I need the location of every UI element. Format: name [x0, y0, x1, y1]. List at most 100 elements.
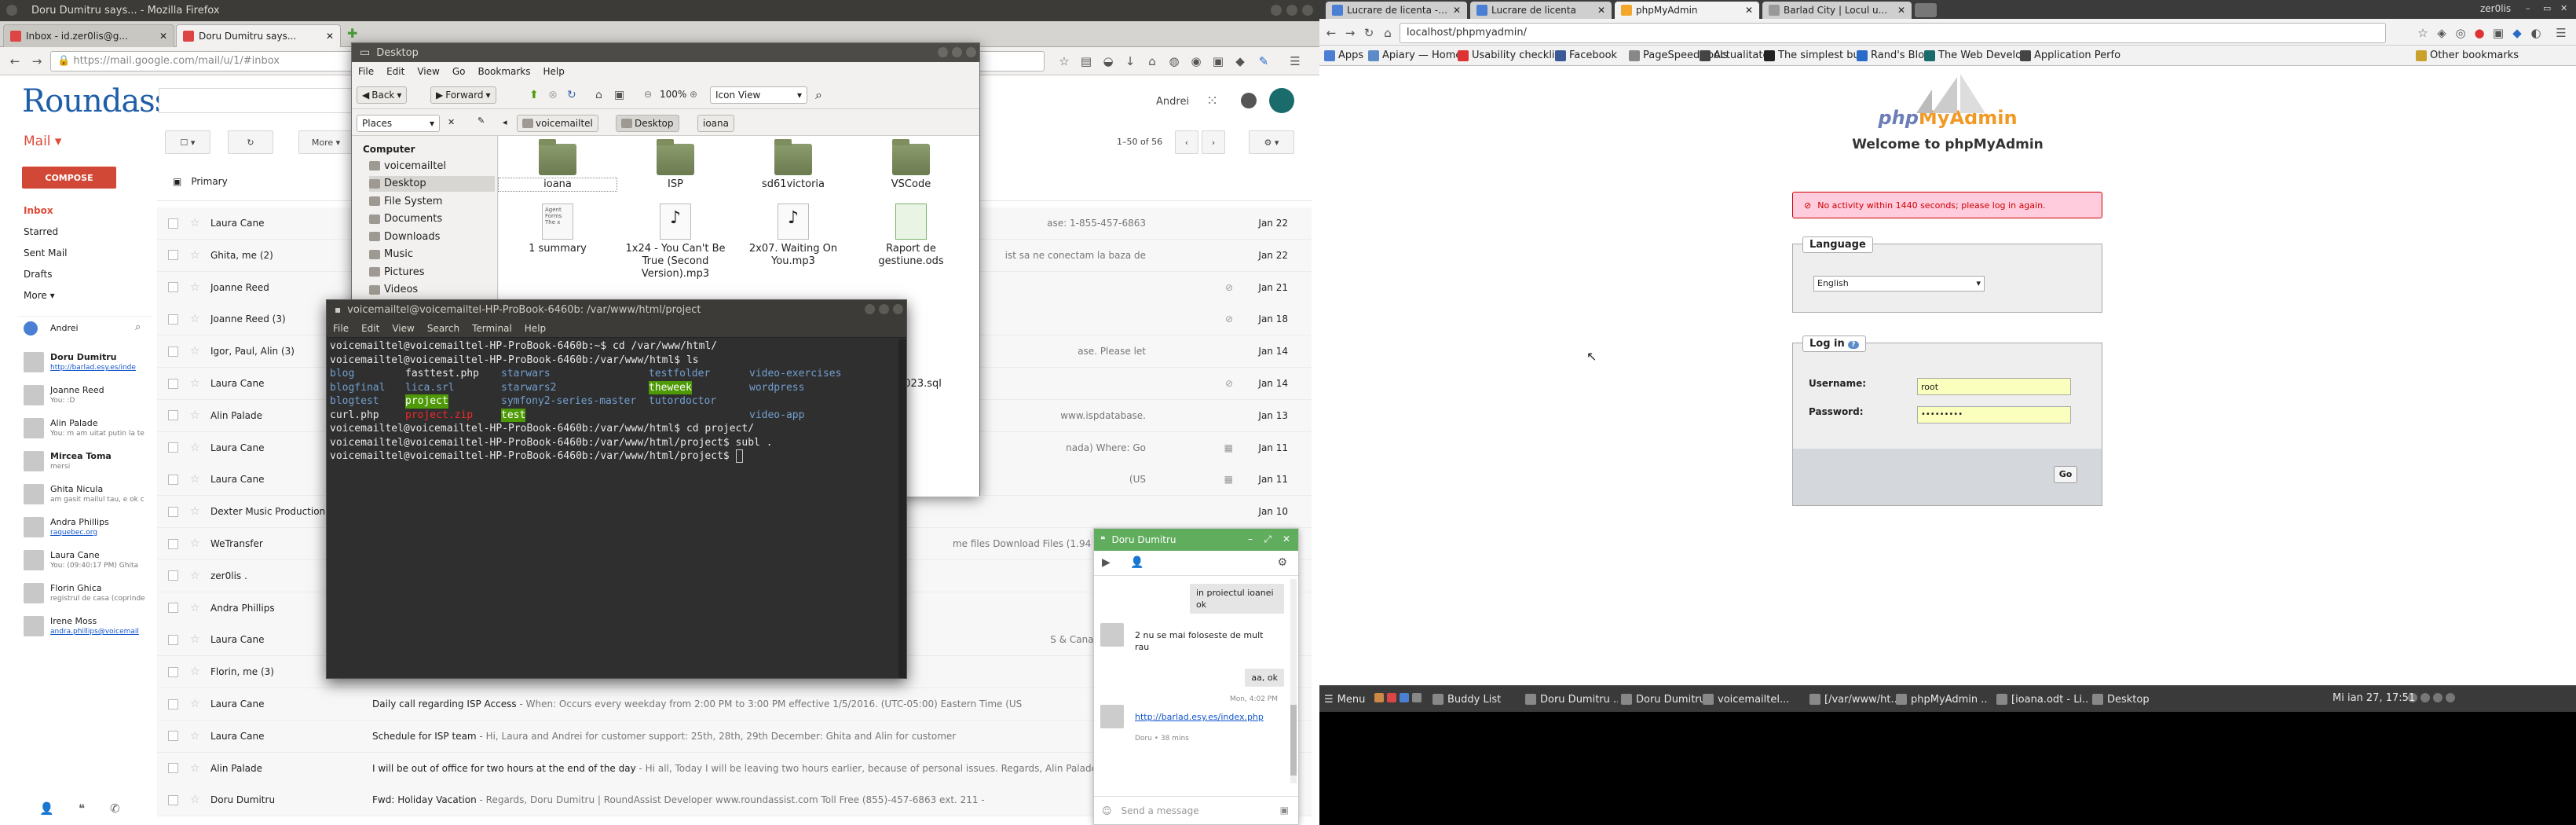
- minimize-window-icon[interactable]: [865, 304, 875, 314]
- star-icon[interactable]: ☆: [190, 537, 200, 550]
- file-item[interactable]: ♪ 2x07. Waiting On You.mp3: [734, 204, 852, 268]
- row-checkbox[interactable]: [168, 314, 178, 324]
- star-icon[interactable]: ☆: [190, 377, 200, 390]
- addon-icon[interactable]: ◆: [1233, 54, 1247, 68]
- video-call-icon[interactable]: ▶: [1102, 556, 1111, 569]
- mail-label[interactable]: Mail ▾: [24, 134, 61, 149]
- back-icon[interactable]: ←: [8, 54, 22, 68]
- network-icon[interactable]: [2420, 693, 2430, 702]
- chat-header[interactable]: ❝ Doru Dumitru – ⤢ ✕: [1094, 529, 1298, 551]
- reload-icon[interactable]: ↻: [1362, 26, 1376, 40]
- chat-icon[interactable]: ◍: [1167, 54, 1181, 68]
- clock[interactable]: Mi ian 27, 17:51: [2333, 692, 2415, 704]
- sidebar-item-file-system[interactable]: File System: [369, 193, 495, 209]
- user-name[interactable]: Andrei: [1156, 96, 1189, 108]
- nav-starred[interactable]: Starred: [24, 226, 58, 237]
- sidebar-item-documents[interactable]: Documents: [369, 211, 495, 227]
- bookmark-item[interactable]: Usability checklis: [1458, 50, 1560, 61]
- tab-doru-dumitru[interactable]: Doru Dumitru says... ✕: [176, 24, 341, 47]
- settings-button[interactable]: ⚙ ▾: [1249, 130, 1294, 154]
- scrollbar[interactable]: [1290, 579, 1297, 783]
- forward-icon[interactable]: →: [30, 54, 44, 68]
- star-icon[interactable]: ☆: [190, 570, 200, 582]
- row-checkbox[interactable]: [168, 634, 178, 645]
- file-item[interactable]: Raport de gestiune.ods: [852, 204, 970, 268]
- bookmark-item[interactable]: Apps: [1324, 50, 1363, 61]
- home-icon[interactable]: ⌂: [595, 89, 602, 101]
- maximize-window-icon[interactable]: [1286, 5, 1297, 16]
- bookmark-item[interactable]: The Web Develop: [1924, 50, 2028, 61]
- message-input[interactable]: ☺ Send a message ▣: [1094, 796, 1298, 824]
- places-select[interactable]: Places ▾: [357, 115, 440, 132]
- star-icon[interactable]: ☆: [190, 249, 200, 262]
- bookmark-item[interactable]: Application Perfo: [2020, 50, 2120, 61]
- bookmark-item[interactable]: Rand's Blog: [1857, 50, 1930, 61]
- volume-icon[interactable]: [2433, 693, 2442, 702]
- row-checkbox[interactable]: [168, 474, 178, 485]
- bookmark-item[interactable]: Apiary — Home: [1368, 50, 1462, 61]
- forward-button[interactable]: ▶ Forward ▾: [430, 86, 496, 104]
- taskbar-item[interactable]: Doru Dumitru: [1621, 691, 1714, 708]
- phone-icon[interactable]: ✆: [110, 801, 120, 816]
- taskbar-item[interactable]: [ioana.odt - Li...: [1996, 691, 2089, 708]
- view-mode-select[interactable]: Icon View ▾: [710, 86, 807, 104]
- bookmark-item[interactable]: The simplest bug: [1764, 50, 1866, 61]
- star-icon[interactable]: ☆: [190, 602, 200, 614]
- row-checkbox[interactable]: [168, 538, 178, 549]
- back-button[interactable]: ◀ Back ▾: [357, 86, 408, 104]
- close-tab-icon[interactable]: ✕: [1897, 5, 1905, 16]
- start-menu-button[interactable]: ☰ Menu: [1324, 691, 1365, 708]
- minimize-window-icon[interactable]: [938, 47, 948, 57]
- minimize-window-icon[interactable]: [1271, 5, 1282, 16]
- star-icon[interactable]: ☆: [190, 409, 200, 422]
- bookmark-item[interactable]: Actualitate: [1700, 50, 1769, 61]
- menu-item-help[interactable]: Help: [543, 66, 565, 77]
- tab-inbox[interactable]: Inbox - id.zer0lis@g... ✕: [3, 24, 174, 47]
- stop-icon[interactable]: ⊗: [548, 89, 558, 101]
- star-icon[interactable]: ☆: [190, 345, 200, 358]
- close-window-icon[interactable]: [966, 47, 976, 57]
- close-tab-icon[interactable]: ✕: [159, 31, 167, 42]
- zoom-out-icon[interactable]: ⊖: [644, 89, 652, 100]
- row-checkbox[interactable]: [168, 410, 178, 421]
- url-bar[interactable]: localhost/phpmyadmin/: [1400, 23, 2386, 43]
- forward-icon[interactable]: →: [1343, 26, 1357, 40]
- go-button[interactable]: Go: [2054, 466, 2077, 483]
- launcher-icon[interactable]: [1387, 693, 1396, 702]
- row-checkbox[interactable]: [168, 794, 178, 805]
- home-icon[interactable]: ⌂: [1145, 54, 1159, 68]
- star-icon[interactable]: ☆: [190, 730, 200, 742]
- nav-sent[interactable]: Sent Mail: [24, 248, 68, 258]
- terminal-output[interactable]: voicemailtel@voicemailtel-HP-ProBook-646…: [330, 339, 895, 673]
- new-tab-icon[interactable]: ✚: [347, 26, 357, 41]
- row-checkbox[interactable]: [168, 603, 178, 614]
- menu-item-file[interactable]: File: [333, 323, 349, 334]
- row-checkbox[interactable]: [168, 506, 178, 517]
- sidebar-item-downloads[interactable]: Downloads: [369, 229, 495, 244]
- sidebar-item-videos[interactable]: Videos: [369, 282, 495, 298]
- language-select[interactable]: English ▾: [1813, 276, 1985, 292]
- addon-icon[interactable]: ◉: [1189, 54, 1203, 68]
- close-tab-icon[interactable]: ✕: [326, 31, 334, 42]
- sidebar-item-music[interactable]: Music: [369, 247, 495, 262]
- add-people-icon[interactable]: 👤: [1130, 556, 1143, 569]
- menu-item-bookmarks[interactable]: Bookmarks: [478, 66, 530, 77]
- nav-drafts[interactable]: Drafts: [24, 269, 53, 280]
- menu-icon[interactable]: ☰: [1288, 54, 1302, 68]
- profile-name[interactable]: zer0lis: [2480, 3, 2511, 14]
- image-icon[interactable]: ▣: [1280, 805, 1289, 816]
- row-checkbox[interactable]: [168, 378, 178, 389]
- extension-icon[interactable]: ●: [2472, 26, 2486, 40]
- close-icon[interactable]: ✕: [1283, 534, 1290, 544]
- close-window-icon[interactable]: [1302, 5, 1313, 16]
- battery-icon[interactable]: [2446, 693, 2455, 702]
- taskbar-item[interactable]: phpMyAdmin ...: [1896, 691, 1989, 708]
- chat-message-received[interactable]: http://barlad.esy.es/index.php: [1129, 708, 1270, 726]
- row-checkbox[interactable]: [168, 250, 178, 261]
- maximize-window-icon[interactable]: [879, 304, 889, 314]
- extension-icon[interactable]: ◈: [2435, 26, 2449, 40]
- library-icon[interactable]: ▤: [1079, 54, 1093, 68]
- taskbar-item[interactable]: Desktop: [2092, 691, 2185, 708]
- new-tab-button[interactable]: [1915, 3, 1937, 17]
- password-input[interactable]: •••••••••: [1917, 406, 2071, 424]
